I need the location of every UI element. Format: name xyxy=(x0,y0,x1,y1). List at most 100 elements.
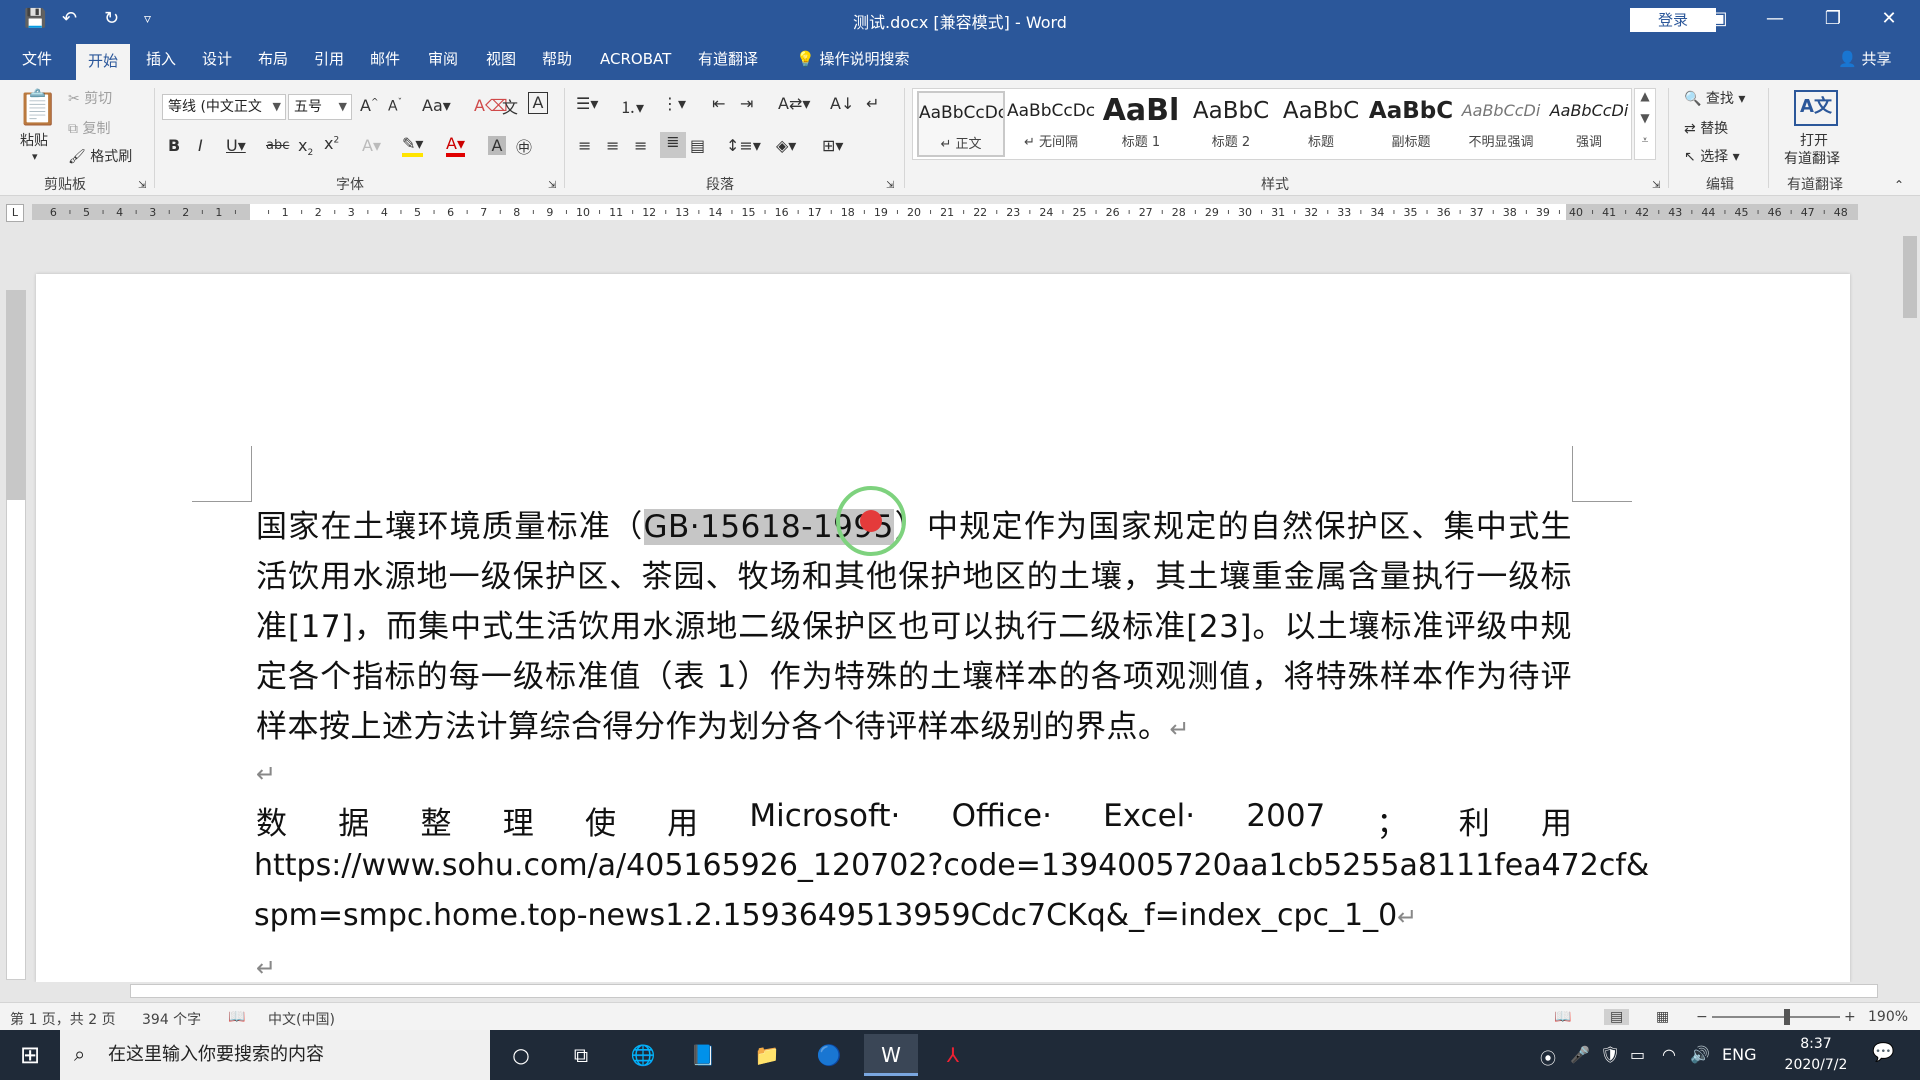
bullets-icon[interactable]: ☰▾ xyxy=(576,94,598,113)
vertical-scroll-thumb[interactable] xyxy=(1903,236,1917,318)
tab-layout[interactable]: 布局 xyxy=(246,38,300,80)
paste-icon[interactable]: 📋 xyxy=(16,88,60,128)
tell-me-search[interactable]: 💡 操作说明搜索 xyxy=(784,38,921,80)
web-layout-icon[interactable]: ▦ xyxy=(1656,1009,1669,1025)
paragraph-2-line-1[interactable]: 数 据 整 理 使 用 Microsoft· Office· Excel· 20… xyxy=(256,798,1572,843)
horizontal-ruler[interactable]: L 6 5 4 3 2 1 1 2 3 4 5 6 7 8 9 10 11 12 13 14 15 16 17 18 19 20 2… xyxy=(0,198,1920,226)
enclose-characters-icon[interactable]: ㊥ xyxy=(516,134,532,158)
grow-font-icon[interactable]: A^ xyxy=(360,96,379,115)
language-indicator[interactable]: 中文(中国) xyxy=(268,1009,335,1029)
zoom-in-icon[interactable]: + xyxy=(1844,1009,1856,1025)
cut-button[interactable]: ✂ 剪切 xyxy=(68,88,112,108)
copy-button[interactable]: ⧉ 复制 xyxy=(68,118,110,138)
justify-icon[interactable]: ≣ xyxy=(660,132,686,158)
task-view-icon[interactable]: ⧉ xyxy=(554,1034,608,1076)
tab-references[interactable]: 引用 xyxy=(302,38,356,80)
collapse-ribbon-icon[interactable]: ⌃ xyxy=(1894,178,1904,192)
tab-help[interactable]: 帮助 xyxy=(530,38,584,80)
input-method-indicator[interactable]: ENG xyxy=(1722,1045,1756,1064)
tab-mailings[interactable]: 邮件 xyxy=(358,38,412,80)
tab-home[interactable]: 开始 xyxy=(76,44,131,80)
recording-icon[interactable]: ⦿ xyxy=(1540,1045,1556,1069)
page-count[interactable]: 第 1 页，共 2 页 xyxy=(10,1009,116,1029)
ribbon-display-options-icon[interactable]: ▣ xyxy=(1696,4,1742,34)
tab-file[interactable]: 文件 xyxy=(10,38,64,80)
tab-acrobat[interactable]: ACROBAT xyxy=(588,38,683,80)
zoom-out-icon[interactable]: − xyxy=(1696,1009,1708,1025)
proofing-icon[interactable]: 📖 xyxy=(228,1009,245,1025)
borders-icon[interactable]: ⊞▾ xyxy=(822,136,843,155)
tab-review[interactable]: 审阅 xyxy=(416,38,470,80)
style-title[interactable]: AaBbC 标题 xyxy=(1277,91,1365,157)
bold-icon[interactable]: B xyxy=(168,136,180,155)
acrobat-icon[interactable]: ⅄ xyxy=(926,1034,980,1076)
zoom-slider[interactable] xyxy=(1712,1016,1840,1018)
youdao-translate-icon[interactable]: A文 xyxy=(1794,90,1838,126)
battery-icon[interactable]: ▭ xyxy=(1630,1045,1645,1064)
styles-launcher-icon[interactable]: ⇲ xyxy=(1652,180,1660,191)
youdao-open-label[interactable]: 打开 xyxy=(1800,130,1828,150)
superscript-icon[interactable]: x2 xyxy=(324,134,339,153)
minimize-icon[interactable]: — xyxy=(1752,4,1798,34)
align-center-icon[interactable]: ≡ xyxy=(606,136,619,155)
multilevel-list-icon[interactable]: ⋮▾ xyxy=(662,94,686,113)
styles-gallery-scroll[interactable]: ▲ ▼ ⩡ xyxy=(1634,88,1656,160)
print-layout-icon[interactable]: ▤ xyxy=(1604,1009,1630,1025)
document-area[interactable]: 国家在土壤环境质量标准（GB·15618-1995）中规定作为国家规定的自然保护… xyxy=(32,272,1852,982)
sort-icon[interactable]: A↓ xyxy=(830,94,854,113)
chevron-up-icon[interactable]: ▲ xyxy=(1635,89,1655,103)
share-button[interactable]: 👤 共享 xyxy=(1826,38,1903,80)
underline-icon[interactable]: U▾ xyxy=(226,136,246,155)
show-formatting-marks-icon[interactable]: ↵ xyxy=(866,94,879,113)
font-color-icon[interactable]: A▾ xyxy=(446,134,465,157)
chinese-layout-icon[interactable]: A⇄▾ xyxy=(778,94,810,113)
font-size-combo[interactable]: 五号 ▼ xyxy=(288,94,352,120)
paragraph-1[interactable]: 国家在土壤环境质量标准（GB·15618-1995）中规定作为国家规定的自然保护… xyxy=(256,502,1572,754)
text-effects-icon[interactable]: A▾ xyxy=(362,136,381,155)
word-count[interactable]: 394 个字 xyxy=(142,1009,201,1029)
phonetic-guide-icon[interactable]: 文 xyxy=(502,94,518,118)
url-line-1[interactable]: https://www.sohu.com/a/405165926_120702?… xyxy=(254,848,1649,883)
format-painter-button[interactable]: 🖌 格式刷 xyxy=(68,146,132,166)
windows-start-icon[interactable]: ⊞ xyxy=(0,1030,60,1080)
strikethrough-icon[interactable]: abc xyxy=(266,138,289,153)
find-button[interactable]: 🔍 查找 ▾ xyxy=(1684,88,1745,108)
paste-dropdown-icon[interactable]: ▾ xyxy=(32,150,38,163)
numbering-icon[interactable]: ⒈▾ xyxy=(620,94,644,118)
style-normal[interactable]: AaBbCcDc ↵ 正文 xyxy=(917,91,1005,157)
align-right-icon[interactable]: ≡ xyxy=(634,136,647,155)
style-subtle-emphasis[interactable]: AaBbCcDi 不明显强调 xyxy=(1457,91,1545,157)
distributed-icon[interactable]: ▤ xyxy=(690,136,705,155)
url-line-2[interactable]: spm=smpc.home.top-news1.2.1593649513959C… xyxy=(254,898,1417,933)
paragraph-launcher-icon[interactable]: ⇲ xyxy=(886,180,894,191)
zoom-level[interactable]: 190% xyxy=(1868,1009,1908,1025)
tab-design[interactable]: 设计 xyxy=(190,38,244,80)
highlight-color-icon[interactable]: ✎▾ xyxy=(402,134,424,157)
align-left-icon[interactable]: ≡ xyxy=(578,136,591,155)
select-button[interactable]: ↖ 选择 ▾ xyxy=(1684,146,1740,166)
paste-button-label[interactable]: 粘贴 xyxy=(20,130,48,150)
change-case-icon[interactable]: Aa▾ xyxy=(422,96,451,115)
taskbar-search[interactable]: 在这里输入你要搜索的内容 xyxy=(60,1030,490,1080)
subscript-icon[interactable]: x2 xyxy=(298,136,313,158)
notes-app-icon[interactable]: 📘 xyxy=(676,1034,730,1076)
cortana-icon[interactable]: ○ xyxy=(494,1034,548,1076)
tab-insert[interactable]: 插入 xyxy=(134,38,188,80)
increase-indent-icon[interactable]: ⇥ xyxy=(740,94,753,113)
volume-icon[interactable]: 🔊 xyxy=(1690,1045,1710,1064)
browser-icon[interactable]: 🌐 xyxy=(616,1034,670,1076)
notifications-icon[interactable]: 💬 xyxy=(1872,1042,1894,1063)
wifi-icon[interactable]: ◠ xyxy=(1662,1045,1676,1064)
font-name-combo[interactable]: 等线 (中文正文 ▼ xyxy=(162,94,286,120)
style-emphasis[interactable]: AaBbCcDi 强调 xyxy=(1545,91,1633,157)
clipboard-launcher-icon[interactable]: ⇲ xyxy=(138,180,146,191)
shrink-font-icon[interactable]: Aˇ xyxy=(388,98,402,115)
line-spacing-icon[interactable]: ↕≡▾ xyxy=(726,136,761,155)
character-border-icon[interactable]: A xyxy=(528,92,548,114)
document-page[interactable]: 国家在土壤环境质量标准（GB·15618-1995）中规定作为国家规定的自然保护… xyxy=(36,274,1850,982)
paragraph-mark[interactable]: ↵ xyxy=(256,760,276,788)
chevron-down-icon[interactable]: ▼ xyxy=(1635,111,1655,125)
close-icon[interactable]: ✕ xyxy=(1866,4,1912,34)
decrease-indent-icon[interactable]: ⇤ xyxy=(712,94,725,113)
paragraph-mark[interactable]: ↵ xyxy=(256,954,276,982)
